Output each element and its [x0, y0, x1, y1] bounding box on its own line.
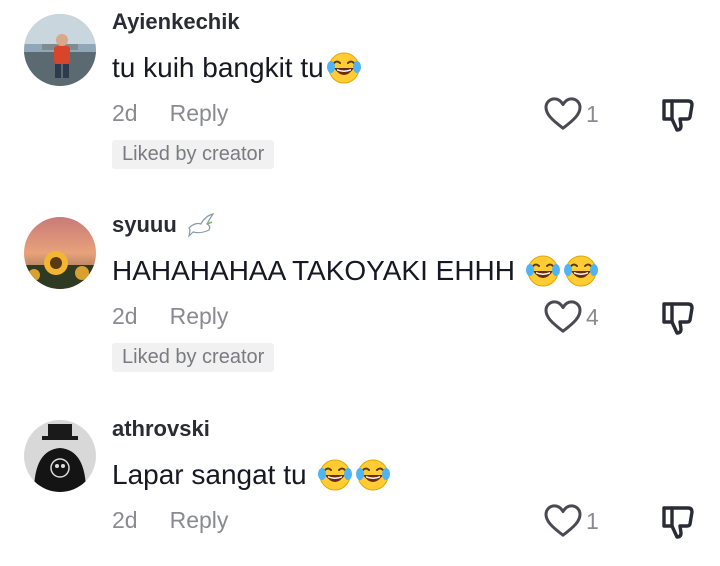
- dove-icon: [187, 213, 215, 238]
- laugh-cry-emoji-icon: [317, 457, 353, 493]
- laugh-cry-emoji-icon: [355, 457, 391, 493]
- avatar[interactable]: [24, 420, 96, 492]
- username[interactable]: Ayienkechik: [112, 9, 240, 35]
- like-count: 1: [586, 100, 599, 127]
- thumbs-down-outline-icon[interactable]: [660, 97, 696, 133]
- laugh-cry-emoji-icon: [525, 253, 561, 289]
- thumbs-down-outline-icon[interactable]: [660, 300, 696, 336]
- comment-body: Lapar sangat tu: [112, 459, 307, 490]
- username-text[interactable]: Ayienkechik: [112, 9, 240, 35]
- like-button[interactable]: 1: [544, 97, 599, 131]
- reply-button[interactable]: Reply: [170, 100, 229, 127]
- username-text[interactable]: athrovski: [112, 416, 210, 442]
- comment-body: tu kuih bangkit tu: [112, 52, 324, 83]
- username[interactable]: athrovski: [112, 416, 210, 442]
- like-button[interactable]: 1: [544, 504, 599, 538]
- like-button[interactable]: 4: [544, 300, 599, 334]
- comment-age: 2d: [112, 100, 138, 126]
- liked-by-creator-badge: Liked by creator: [112, 140, 275, 169]
- comment-text: Lapar sangat tu: [112, 457, 391, 493]
- heart-outline-icon[interactable]: [544, 97, 582, 131]
- comment-body: HAHAHAHAA TAKOYAKI EHHH: [112, 255, 515, 286]
- like-count: 4: [586, 303, 599, 330]
- like-count: 1: [586, 507, 599, 534]
- comment-meta: 2d Reply: [112, 100, 228, 127]
- reply-button[interactable]: Reply: [170, 507, 229, 534]
- comment-text: tu kuih bangkit tu: [112, 50, 362, 86]
- comment-meta: 2d Reply: [112, 507, 228, 534]
- heart-outline-icon[interactable]: [544, 504, 582, 538]
- liked-by-creator-badge: Liked by creator: [112, 343, 275, 372]
- comment-meta: 2d Reply: [112, 303, 228, 330]
- reply-button[interactable]: Reply: [170, 303, 229, 330]
- avatar[interactable]: [24, 217, 96, 289]
- laugh-cry-emoji-icon: [326, 50, 362, 86]
- thumbs-down-outline-icon[interactable]: [660, 504, 696, 540]
- username-text[interactable]: syuuu: [112, 212, 177, 238]
- avatar[interactable]: [24, 14, 96, 86]
- comment-text: HAHAHAHAA TAKOYAKI EHHH: [112, 253, 599, 289]
- comment-age: 2d: [112, 507, 138, 533]
- laugh-cry-emoji-icon: [563, 253, 599, 289]
- username[interactable]: syuuu: [112, 212, 215, 238]
- heart-outline-icon[interactable]: [544, 300, 582, 334]
- comment-age: 2d: [112, 303, 138, 329]
